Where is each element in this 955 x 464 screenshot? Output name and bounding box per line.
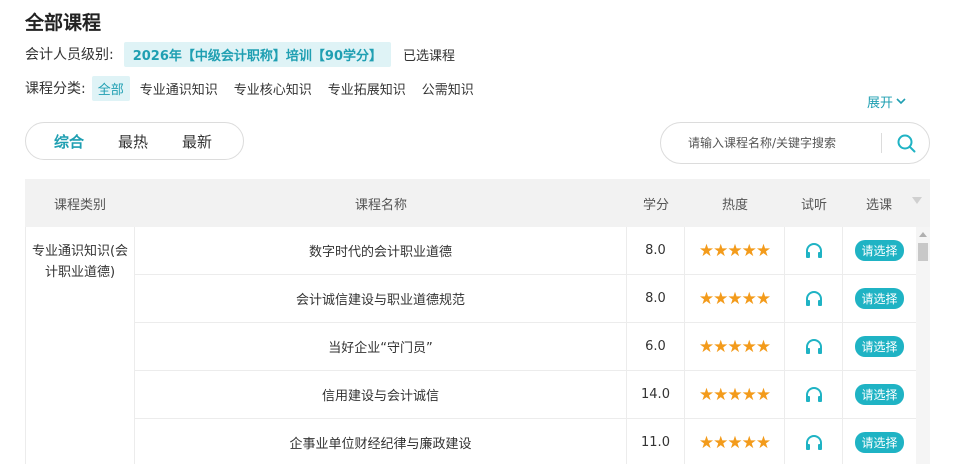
level-label: 会计人员级别: <box>25 47 114 63</box>
category-extension[interactable]: 专业拓展知识 <box>322 76 412 101</box>
scroll-up-icon[interactable] <box>919 231 927 237</box>
course-name[interactable]: 企事业单位财经纪律与廉政建设 <box>135 419 627 464</box>
filter-dropdown-icon[interactable] <box>912 197 922 205</box>
category-general[interactable]: 专业通识知识 <box>134 76 224 101</box>
table-header: 课程类别 课程名称 学分 热度 试听 选课 <box>25 179 930 227</box>
category-core[interactable]: 专业核心知识 <box>228 76 318 101</box>
selected-courses-link[interactable]: 已选课程 <box>403 45 455 64</box>
rating-stars: ★★★★★ <box>698 384 771 405</box>
header-popularity: 热度 <box>721 197 748 213</box>
course-rows: 数字时代的会计职业道德 8.0 ★★★★★ 请选择 会计诚信建设与职业道德规范 … <box>135 227 916 464</box>
level-row: 会计人员级别: 2026年【中级会计职称】培训【90学分】 已选课程 <box>25 41 455 67</box>
choose-button[interactable]: 请选择 <box>855 336 904 357</box>
scroll-thumb[interactable] <box>918 243 928 261</box>
sort-tab-comprehensive[interactable]: 综合 <box>54 131 84 152</box>
choose-button[interactable]: 请选择 <box>855 384 904 405</box>
course-credits: 8.0 <box>627 227 685 274</box>
headphones-icon[interactable] <box>805 290 823 307</box>
category-all[interactable]: 全部 <box>91 75 130 101</box>
course-name[interactable]: 信用建设与会计诚信 <box>135 371 627 418</box>
course-credits: 6.0 <box>627 323 685 370</box>
rating-stars: ★★★★★ <box>698 288 771 309</box>
header-credits: 学分 <box>642 197 669 213</box>
table-row: 当好企业“守门员” 6.0 ★★★★★ 请选择 <box>135 323 916 371</box>
page-title: 全部课程 <box>25 12 102 34</box>
header-course-name: 课程名称 <box>354 197 407 213</box>
header-select: 选课 <box>865 197 892 213</box>
sort-tab-newest[interactable]: 最新 <box>182 131 212 152</box>
table-row: 会计诚信建设与职业道德规范 8.0 ★★★★★ 请选择 <box>135 275 916 323</box>
rating-stars: ★★★★★ <box>698 432 771 453</box>
search-input[interactable] <box>688 136 873 150</box>
expand-label: 展开 <box>867 96 894 111</box>
search-box <box>660 122 930 164</box>
category-cell: 专业通识知识(会计职业道德) <box>25 227 135 464</box>
search-button[interactable] <box>896 133 916 153</box>
search-divider <box>881 133 882 153</box>
table-row: 数字时代的会计职业道德 8.0 ★★★★★ 请选择 <box>135 227 916 275</box>
expand-toggle[interactable]: 展开 <box>867 92 906 111</box>
headphones-icon[interactable] <box>805 434 823 451</box>
table-scrollbar[interactable] <box>916 227 930 464</box>
category-row: 课程分类: 全部 专业通识知识 专业核心知识 专业拓展知识 公需知识 <box>25 75 484 101</box>
choose-button[interactable]: 请选择 <box>855 240 904 261</box>
table-row: 信用建设与会计诚信 14.0 ★★★★★ 请选择 <box>135 371 916 419</box>
category-public[interactable]: 公需知识 <box>416 76 480 101</box>
course-name[interactable]: 数字时代的会计职业道德 <box>135 227 627 274</box>
chevron-down-icon <box>896 98 906 105</box>
table-row: 企事业单位财经纪律与廉政建设 11.0 ★★★★★ 请选择 <box>135 419 916 464</box>
course-table: 课程类别 课程名称 学分 热度 试听 选课 专业通识知识(会计职业道德) 数字时… <box>25 179 930 464</box>
headphones-icon[interactable] <box>805 338 823 355</box>
course-credits: 8.0 <box>627 275 685 322</box>
course-name[interactable]: 会计诚信建设与职业道德规范 <box>135 275 627 322</box>
rating-stars: ★★★★★ <box>698 240 771 261</box>
headphones-icon[interactable] <box>805 386 823 403</box>
choose-button[interactable]: 请选择 <box>855 288 904 309</box>
choose-button[interactable]: 请选择 <box>855 432 904 453</box>
level-selector[interactable]: 2026年【中级会计职称】培训【90学分】 <box>123 41 391 67</box>
headphones-icon[interactable] <box>805 242 823 259</box>
header-category: 课程类别 <box>53 197 106 213</box>
rating-stars: ★★★★★ <box>698 336 771 357</box>
course-name[interactable]: 当好企业“守门员” <box>135 323 627 370</box>
category-cell-text: 专业通识知识(会计职业道德) <box>31 244 129 280</box>
course-credits: 14.0 <box>627 371 685 418</box>
search-icon <box>897 134 915 152</box>
header-preview: 试听 <box>800 197 827 213</box>
sort-tabs: 综合 最热 最新 <box>25 122 244 160</box>
category-label: 课程分类: <box>25 81 86 97</box>
table-body: 专业通识知识(会计职业道德) 数字时代的会计职业道德 8.0 ★★★★★ 请选择… <box>25 227 930 464</box>
course-credits: 11.0 <box>627 419 685 464</box>
sort-tab-hottest[interactable]: 最热 <box>118 131 148 152</box>
